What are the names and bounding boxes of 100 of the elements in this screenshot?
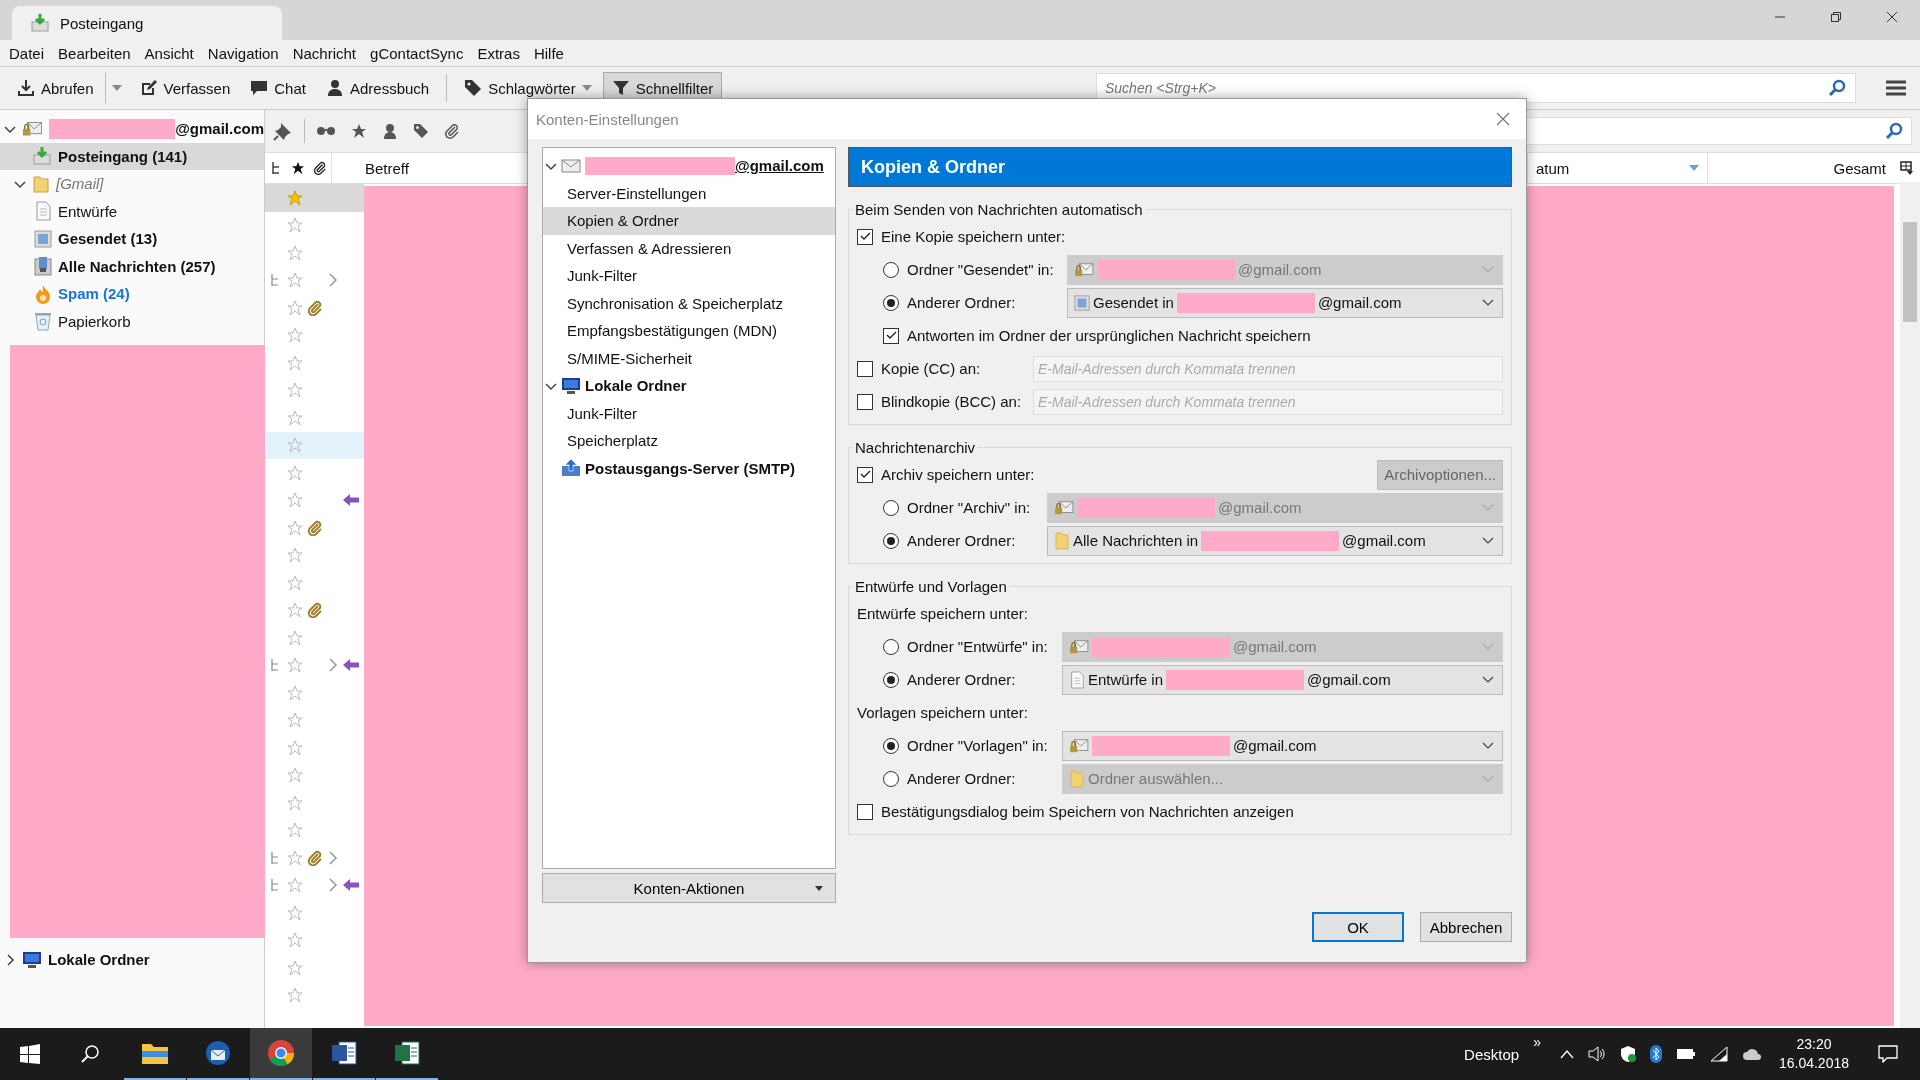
checkbox[interactable] bbox=[857, 803, 873, 820]
star-icon[interactable] bbox=[287, 904, 303, 921]
star-icon[interactable] bbox=[287, 299, 303, 316]
star-icon[interactable] bbox=[287, 712, 303, 729]
tree-item[interactable]: Junk-Filter bbox=[543, 399, 835, 427]
email-field[interactable]: E-Mail-Adressen durch Kommata trennen bbox=[1033, 355, 1503, 382]
chevron-right-icon[interactable] bbox=[4, 953, 16, 966]
star-icon[interactable] bbox=[287, 657, 303, 674]
star-icon[interactable] bbox=[287, 684, 303, 701]
email-field[interactable]: E-Mail-Adressen durch Kommata trennen bbox=[1033, 388, 1503, 415]
account-actions-button[interactable]: Konten-Aktionen bbox=[542, 873, 836, 903]
menu-item[interactable]: Extras bbox=[470, 44, 527, 62]
tree-item[interactable]: Empfangsbestätigungen (MDN) bbox=[543, 317, 835, 345]
radio-button[interactable] bbox=[883, 770, 899, 787]
star-icon[interactable] bbox=[287, 354, 303, 371]
checkbox[interactable] bbox=[857, 228, 873, 245]
star-icon[interactable] bbox=[287, 767, 303, 784]
tree-item[interactable]: @gmail.com bbox=[735, 157, 824, 175]
toolbar-button[interactable]: Chat bbox=[241, 72, 315, 104]
star-icon[interactable] bbox=[351, 123, 367, 139]
desktop-toolbar-label[interactable]: Desktop bbox=[1464, 1045, 1520, 1063]
star-icon[interactable] bbox=[287, 932, 303, 949]
radio-button[interactable] bbox=[883, 737, 899, 754]
column-header[interactable]: Gesamt bbox=[1707, 153, 1894, 183]
star-icon[interactable] bbox=[287, 272, 303, 289]
clock[interactable]: 23:20 16.04.2018 bbox=[1778, 1035, 1849, 1073]
folder-row[interactable]: Spam (24) bbox=[0, 280, 264, 308]
folder-row[interactable]: Papierkorb bbox=[0, 307, 264, 335]
notification-icon[interactable] bbox=[1878, 1045, 1898, 1063]
menu-icon[interactable] bbox=[1886, 79, 1906, 97]
star-icon[interactable] bbox=[287, 382, 303, 399]
menu-item[interactable]: Hilfe bbox=[526, 44, 571, 62]
windows-start-icon[interactable] bbox=[20, 1044, 40, 1064]
folder-dropdown[interactable]: Entwürfe in @gmail.com bbox=[1062, 664, 1503, 695]
toolbar-overflow[interactable]: » bbox=[1533, 1034, 1541, 1050]
tag-icon[interactable] bbox=[413, 123, 429, 139]
menu-item[interactable]: gContactSync bbox=[363, 44, 471, 62]
star-icon[interactable] bbox=[287, 574, 303, 591]
checkbox[interactable] bbox=[857, 393, 873, 410]
star-icon[interactable] bbox=[287, 464, 303, 481]
folder-label[interactable]: Lokale Ordner bbox=[48, 951, 150, 969]
ok-button[interactable]: OK bbox=[1312, 912, 1404, 942]
search-icon[interactable] bbox=[80, 1044, 100, 1064]
star-icon[interactable] bbox=[287, 739, 303, 756]
tree-item[interactable]: Lokale Ordner bbox=[585, 377, 687, 395]
person-icon[interactable] bbox=[382, 123, 398, 139]
battery-icon[interactable] bbox=[1675, 1048, 1696, 1060]
folder-dropdown[interactable]: Gesendet in @gmail.com bbox=[1067, 287, 1503, 318]
shield-icon[interactable] bbox=[1619, 1045, 1636, 1063]
menu-item[interactable]: Navigation bbox=[200, 44, 286, 62]
star-icon[interactable] bbox=[287, 629, 303, 646]
folder-row[interactable]: Gesendet (13) bbox=[0, 225, 264, 253]
folder-label[interactable]: @gmail.com bbox=[175, 120, 264, 138]
scrollbar[interactable] bbox=[1900, 182, 1920, 1028]
taskbar-app-button[interactable] bbox=[250, 1028, 312, 1080]
folder-row[interactable]: Alle Nachrichten (257) bbox=[0, 252, 264, 280]
menu-item[interactable]: Datei bbox=[2, 44, 52, 62]
toolbar-button[interactable]: Abrufen bbox=[8, 72, 103, 104]
archive-options-button[interactable]: Archivoptionen... bbox=[1377, 459, 1503, 490]
star-icon[interactable] bbox=[287, 849, 303, 866]
star-icon[interactable] bbox=[287, 492, 303, 509]
tree-item[interactable]: Server-Einstellungen bbox=[543, 179, 835, 207]
checkbox[interactable] bbox=[857, 360, 873, 377]
cancel-button[interactable]: Abbrechen bbox=[1420, 912, 1512, 942]
tree-item[interactable]: Postausgangs-Server (SMTP) bbox=[585, 459, 796, 477]
bluetooth-icon[interactable] bbox=[1649, 1045, 1662, 1063]
radio-button[interactable] bbox=[883, 532, 899, 549]
toolbar-button[interactable]: Adressbuch bbox=[316, 72, 439, 104]
star-icon[interactable] bbox=[287, 327, 303, 344]
menu-item[interactable]: Ansicht bbox=[137, 44, 201, 62]
window-tab[interactable]: Posteingang bbox=[12, 6, 282, 40]
tree-item[interactable]: S/MIME-Sicherheit bbox=[543, 344, 835, 372]
star-icon[interactable] bbox=[287, 409, 303, 426]
radio-button[interactable] bbox=[883, 294, 899, 311]
star-icon[interactable] bbox=[287, 547, 303, 564]
tree-item[interactable]: Kopien & Ordner bbox=[543, 207, 835, 235]
star-icon[interactable] bbox=[287, 822, 303, 839]
folder-dropdown[interactable]: Alle Nachrichten in @gmail.com bbox=[1047, 525, 1503, 556]
checkbox[interactable] bbox=[857, 466, 873, 483]
star-icon[interactable] bbox=[287, 987, 303, 1004]
chevron-up-icon[interactable] bbox=[1559, 1049, 1574, 1059]
tree-item[interactable]: Synchronisation & Speicherplatz bbox=[543, 289, 835, 317]
wifi-icon[interactable] bbox=[1709, 1046, 1728, 1062]
radio-button[interactable] bbox=[883, 638, 899, 655]
toolbar-button[interactable]: Schlagwörter bbox=[455, 72, 601, 104]
search-field[interactable]: Suchen <Strg+K> bbox=[1096, 73, 1856, 103]
paperclip-icon[interactable] bbox=[444, 123, 460, 139]
folder-row[interactable]: Posteingang (141) bbox=[0, 142, 264, 170]
tree-item[interactable]: Junk-Filter bbox=[543, 262, 835, 290]
star-icon[interactable] bbox=[287, 437, 303, 454]
speaker-icon[interactable] bbox=[1587, 1046, 1606, 1062]
radio-button[interactable] bbox=[883, 261, 899, 278]
folder-row[interactable]: Entwürfe bbox=[0, 197, 264, 225]
star-icon[interactable] bbox=[287, 217, 303, 234]
star-icon[interactable] bbox=[287, 189, 303, 206]
tree-item[interactable]: Verfassen & Adressieren bbox=[543, 234, 835, 262]
column-picker-icon[interactable] bbox=[1900, 161, 1914, 175]
radio-button[interactable] bbox=[883, 499, 899, 516]
menu-item[interactable]: Nachricht bbox=[285, 44, 364, 62]
folder-row[interactable]: [Gmail] bbox=[0, 170, 264, 198]
